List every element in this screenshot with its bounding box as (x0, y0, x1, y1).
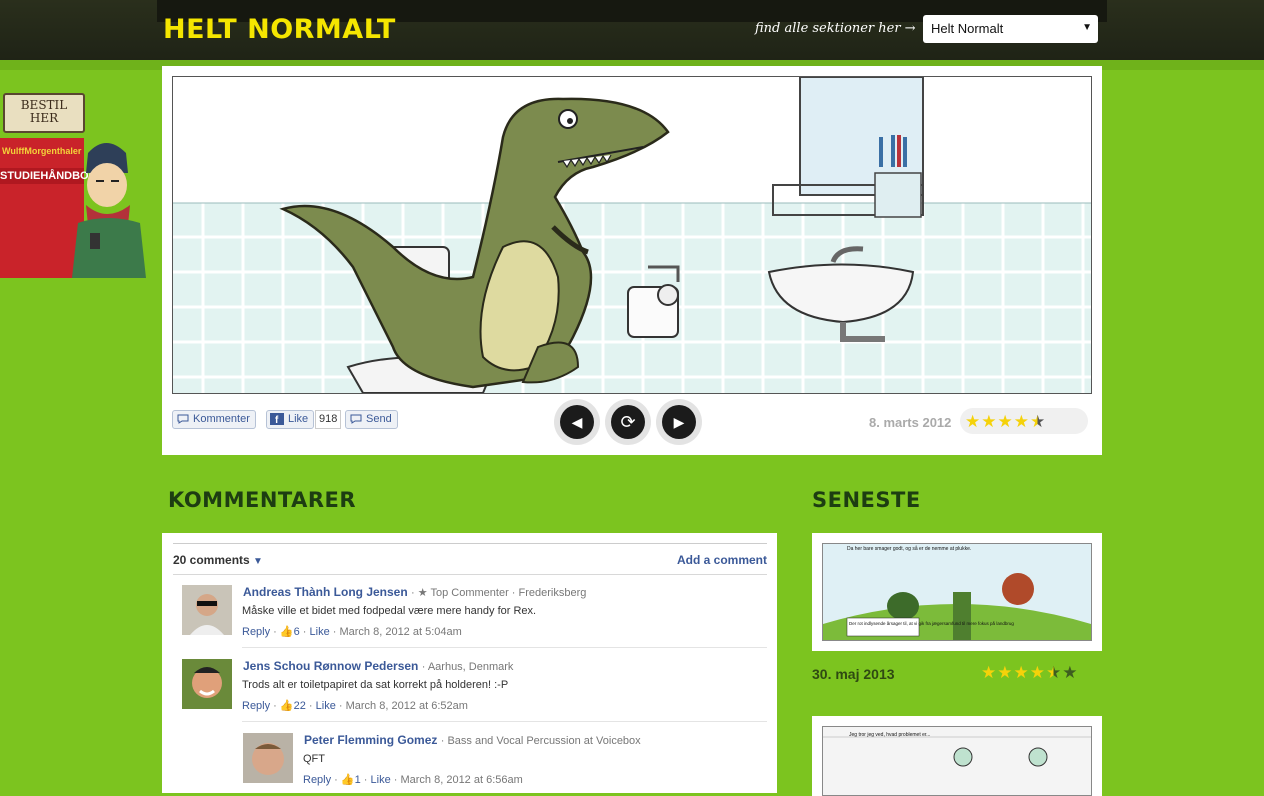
star-icon[interactable]: ★ (1014, 413, 1029, 430)
send-icon (350, 414, 362, 424)
find-sections-label: find alle sektioner her → (755, 21, 916, 36)
comic-date: 8. marts 2012 (869, 415, 952, 430)
latest-caption-top: Jeg tror jeg ved, hvad problemet er... (849, 732, 930, 738)
comment-author-line: Andreas Thành Long Jensen · ★ Top Commen… (243, 585, 586, 599)
latest-comic-thumbnail[interactable]: Jeg tror jeg ved, hvad problemet er... (822, 726, 1092, 796)
comment-meta: · Aarhus, Denmark (421, 661, 514, 673)
ad-character-illustration (72, 143, 146, 278)
reply-link[interactable]: Reply (242, 700, 270, 712)
star-icon[interactable]: ★ (998, 413, 1013, 430)
avatar[interactable] (182, 585, 232, 635)
thumbs-up-icon: 👍 (279, 626, 294, 638)
comment-like-count: 1 (354, 774, 361, 786)
add-comment-link[interactable]: Add a comment (677, 553, 767, 567)
arrow-left-icon: ◀ (560, 405, 594, 439)
site-logo[interactable]: HELT NORMALT (163, 14, 396, 45)
thumbs-up-icon: 👍 (279, 700, 294, 712)
comment-meta: · ★ Top Commenter · Frederiksberg (411, 587, 587, 599)
comment-time[interactable]: · March 8, 2012 at 6:56am (394, 774, 523, 786)
chevron-down-icon: ▼ (253, 556, 263, 567)
latest-comic-rating[interactable]: ★ ★ ★ ★ ★ ★ (981, 664, 1079, 681)
comment-like-link[interactable]: Like (316, 700, 336, 712)
comment-icon (177, 414, 189, 424)
half-star-icon[interactable]: ★ (1046, 664, 1061, 681)
book-ad[interactable]: BESTIL HER WulffMorgenthaler STUDIEHÅNDB… (0, 88, 146, 278)
facebook-icon: f (270, 413, 284, 425)
arrow-right-icon: ▶ (662, 405, 696, 439)
comments-heading: KOMMENTARER (168, 488, 357, 512)
star-icon[interactable]: ★ (965, 413, 980, 430)
latest-caption-top: Da her bare smager godt, og så er de nem… (847, 545, 971, 552)
top-bar: HELT NORMALT find alle sektioner her → H… (0, 0, 1264, 60)
comic-illustration (173, 77, 1091, 393)
latest-comic-card[interactable]: Da her bare smager godt, og så er de nem… (812, 533, 1102, 651)
like-button-label: Like (288, 413, 309, 425)
refresh-icon: ⟳ (611, 405, 645, 439)
star-icon[interactable]: ★ (1062, 664, 1077, 681)
comment-like-link[interactable]: Like (371, 774, 391, 786)
comment-time[interactable]: · March 8, 2012 at 6:52am (339, 700, 468, 712)
comment-meta: · Bass and Vocal Percussion at Voicebox (440, 735, 641, 747)
comment-item: Andreas Thành Long Jensen · ★ Top Commen… (182, 585, 767, 645)
latest-comic-card[interactable]: Jeg tror jeg ved, hvad problemet er... (812, 716, 1102, 796)
comment-author-line: Jens Schou Rønnow Pedersen · Aarhus, Den… (243, 659, 513, 673)
send-button-label: Send (366, 413, 392, 425)
half-star-icon[interactable]: ★ (1030, 413, 1045, 430)
comment-divider (242, 647, 767, 648)
comment-author-line: Peter Flemming Gomez · Bass and Vocal Pe… (304, 733, 641, 747)
comment-text: QFT (303, 753, 325, 765)
comment-button[interactable]: Kommenter (172, 410, 256, 429)
star-icon[interactable]: ★ (1014, 664, 1029, 681)
section-select-value: Helt Normalt (931, 21, 1004, 36)
comment-like-link[interactable]: Like (310, 626, 330, 638)
chevron-down-icon: ▼ (1082, 22, 1092, 33)
star-icon[interactable]: ★ (1030, 664, 1045, 681)
comment-author[interactable]: Andreas Thành Long Jensen (243, 585, 408, 599)
section-select[interactable]: Helt Normalt ▼ (923, 15, 1098, 43)
avatar[interactable] (243, 733, 293, 783)
latest-comic-thumbnail[interactable]: Da her bare smager godt, og så er de nem… (822, 543, 1092, 641)
like-button[interactable]: f Like (266, 410, 315, 429)
avatar[interactable] (182, 659, 232, 709)
comment-divider (242, 721, 767, 722)
comic-card: Kommenter f Like 918 Send ◀ ⟳ ▶ 8. marts… (162, 66, 1102, 455)
ad-sign[interactable]: BESTIL HER (3, 93, 85, 133)
comments-count[interactable]: 20 comments ▼ (173, 553, 263, 567)
comment-like-count: 22 (293, 700, 306, 712)
latest-comic-date: 30. maj 2013 (812, 666, 895, 682)
comment-time[interactable]: · March 8, 2012 at 5:04am (333, 626, 462, 638)
latest-caption-bottom: Der rot indlysende årsager til, at vi gi… (849, 620, 1014, 626)
comment-actions: Reply · 👍22 · Like · March 8, 2012 at 6:… (242, 700, 468, 712)
reply-link[interactable]: Reply (242, 626, 270, 638)
comment-like-count: 6 (293, 626, 300, 638)
comment-button-label: Kommenter (193, 413, 250, 425)
comment-item: Jens Schou Rønnow Pedersen · Aarhus, Den… (182, 659, 767, 719)
reply-link[interactable]: Reply (303, 774, 331, 786)
comments-bar: 20 comments ▼ Add a comment (173, 543, 767, 575)
thumbs-up-icon: 👍 (340, 774, 355, 786)
next-comic-button[interactable]: ▶ (656, 399, 702, 445)
reply-comment-item: Peter Flemming Gomez · Bass and Vocal Pe… (243, 733, 767, 793)
comment-author[interactable]: Peter Flemming Gomez (304, 733, 437, 747)
star-icon[interactable]: ★ (997, 664, 1012, 681)
comment-text: Måske ville et bidet med fodpedal være m… (242, 605, 537, 617)
random-comic-button[interactable]: ⟳ (605, 399, 651, 445)
star-icon[interactable]: ★ (981, 664, 996, 681)
comic-rating[interactable]: ★ ★ ★ ★ ★ (960, 408, 1088, 434)
comment-text: Trods alt er toiletpapiret da sat korrek… (242, 679, 509, 691)
latest-comic-illustration: Jeg tror jeg ved, hvad problemet er... (823, 727, 1091, 795)
star-icon[interactable]: ★ (981, 413, 996, 430)
comments-panel: 20 comments ▼ Add a comment Andreas Thàn… (162, 533, 777, 793)
latest-heading: SENESTE (812, 488, 921, 512)
comment-author[interactable]: Jens Schou Rønnow Pedersen (243, 659, 418, 673)
comment-actions: Reply · 👍6 · Like · March 8, 2012 at 5:0… (242, 626, 462, 638)
comments-count-label: 20 comments (173, 553, 250, 567)
send-button[interactable]: Send (345, 410, 398, 429)
comic-image[interactable] (172, 76, 1092, 394)
latest-comic-illustration: Da her bare smager godt, og så er de nem… (823, 544, 1091, 640)
previous-comic-button[interactable]: ◀ (554, 399, 600, 445)
like-count: 918 (315, 410, 342, 429)
